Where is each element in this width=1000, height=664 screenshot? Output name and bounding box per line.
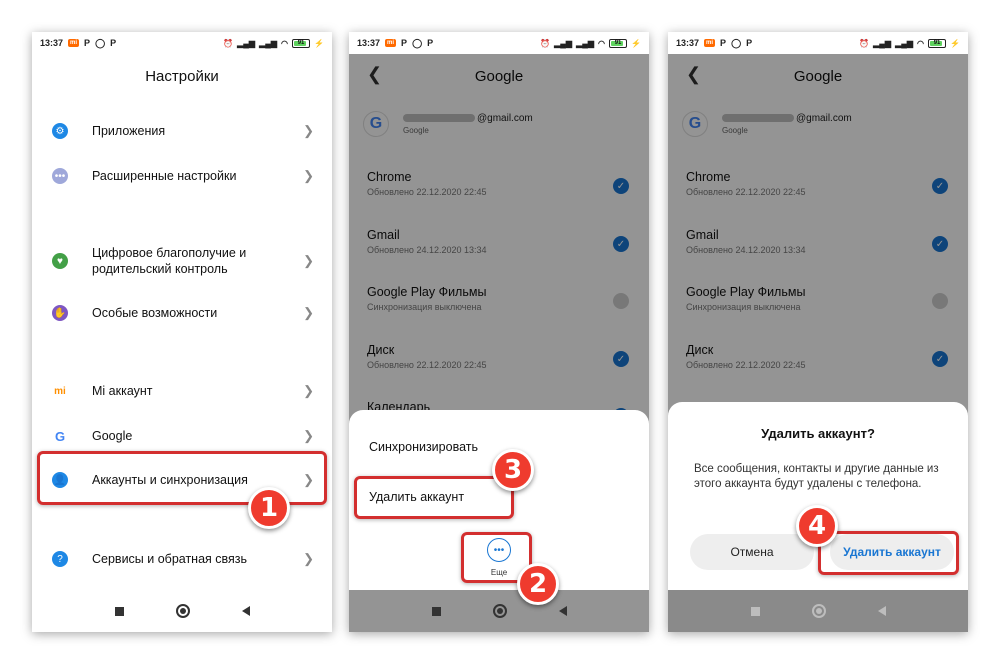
wifi-icon: ◠ (917, 38, 925, 48)
wifi-icon: ◠ (281, 38, 289, 48)
highlight-remove-account-item (354, 476, 514, 519)
step-badge-4: 4 (796, 505, 838, 547)
settings-item-label: Цифровое благополучие и родительский кон… (92, 246, 247, 276)
help-icon: ? (52, 551, 68, 567)
settings-item-advanced[interactable]: ••• Расширенные настройки ❯ (32, 167, 332, 185)
wifi-icon: ◠ (598, 38, 606, 48)
home-button[interactable] (492, 604, 507, 618)
p-notification-icon: P (110, 38, 117, 48)
status-bar: 13:37 mi P ◯ P ⏰ ▂▄▆ ▂▄▆ ◠ 91 ⚡ (32, 32, 332, 54)
mi-notification-icon: mi (704, 39, 716, 47)
settings-item-label: Приложения (92, 124, 166, 138)
step-badge-2: 2 (517, 563, 559, 605)
signal-icon: ▂▄▆ (873, 38, 892, 48)
wellbeing-icon: ♥ (52, 253, 68, 269)
alarm-icon: ⏰ (859, 38, 870, 48)
settings-item-mi-account[interactable]: mi Mi аккаунт ❯ (32, 382, 332, 400)
settings-item-label: Сервисы и обратная связь (92, 552, 248, 566)
page-title: Настройки (145, 68, 219, 85)
home-button[interactable] (811, 604, 826, 618)
back-button[interactable] (241, 606, 250, 616)
chevron-right-icon: ❯ (303, 428, 314, 443)
nav-bar (32, 590, 332, 632)
recents-button[interactable] (750, 606, 760, 616)
status-bar: 13:37 mi P ◯ P ⏰ ▂▄▆ ▂▄▆ ◠ 91 ⚡ (668, 32, 968, 54)
settings-item-wellbeing[interactable]: ♥ Цифровое благополучие и родительский к… (32, 244, 332, 278)
status-time: 13:37 (357, 38, 381, 48)
google-icon: G (52, 428, 68, 444)
signal-icon: ▂▄▆ (237, 38, 256, 48)
settings-item-label: Mi аккаунт (92, 384, 153, 398)
chevron-right-icon: ❯ (303, 168, 314, 183)
settings-item-google[interactable]: G Google ❯ (32, 427, 332, 445)
charging-icon: ⚡ (314, 38, 324, 48)
charging-icon: ⚡ (950, 38, 960, 48)
alarm-icon: ⏰ (223, 38, 234, 48)
battery-icon: 91 (928, 38, 947, 48)
circle-notification-icon: ◯ (412, 37, 423, 48)
p-notification-icon: P (84, 38, 91, 48)
mi-notification-icon: mi (68, 39, 80, 47)
chevron-right-icon: ❯ (303, 383, 314, 398)
settings-item-label: Google (92, 429, 133, 443)
p-notification-icon: P (401, 38, 408, 48)
signal-icon: ▂▄▆ (554, 38, 573, 48)
highlight-confirm-remove (818, 531, 959, 575)
gear-icon: ⚙ (52, 123, 68, 139)
p-notification-icon: P (720, 38, 727, 48)
step-badge-1: 1 (248, 487, 290, 529)
home-button[interactable] (175, 604, 190, 618)
status-bar: 13:37 mi P ◯ P ⏰ ▂▄▆ ▂▄▆ ◠ 91 ⚡ (349, 32, 649, 54)
settings-item-accessibility[interactable]: ✋ Особые возможности ❯ (32, 304, 332, 322)
dots-icon: ••• (52, 168, 68, 184)
nav-bar (349, 590, 649, 632)
dialog-title: Удалить аккаунт? (761, 426, 875, 441)
accessibility-icon: ✋ (52, 305, 68, 321)
status-time: 13:37 (676, 38, 700, 48)
nav-bar (668, 590, 968, 632)
battery-icon: 91 (292, 38, 311, 48)
battery-icon: 91 (609, 38, 628, 48)
charging-icon: ⚡ (631, 38, 641, 48)
status-time: 13:37 (40, 38, 64, 48)
settings-item-apps[interactable]: ⚙ Приложения ❯ (32, 122, 332, 140)
circle-notification-icon: ◯ (731, 37, 742, 48)
chevron-right-icon: ❯ (303, 253, 314, 268)
dialog-message: Все сообщения, контакты и другие данные … (694, 463, 939, 490)
cancel-button[interactable]: Отмена (690, 534, 814, 570)
settings-item-label: Особые возможности (92, 306, 218, 320)
mi-icon: mi (52, 383, 68, 399)
sync-now-menu-item[interactable]: Синхронизировать (369, 440, 478, 454)
back-button[interactable] (558, 606, 567, 616)
alarm-icon: ⏰ (540, 38, 551, 48)
chevron-right-icon: ❯ (303, 551, 314, 566)
back-button[interactable] (877, 606, 886, 616)
p-notification-icon: P (427, 38, 434, 48)
p-notification-icon: P (746, 38, 753, 48)
signal-icon: ▂▄▆ (259, 38, 278, 48)
recents-button[interactable] (431, 606, 441, 616)
settings-screen: 13:37 mi P ◯ P ⏰ ▂▄▆ ▂▄▆ ◠ 91 ⚡ Настройк… (32, 32, 332, 632)
step-badge-3: 3 (492, 449, 534, 491)
signal-icon: ▂▄▆ (576, 38, 595, 48)
chevron-right-icon: ❯ (303, 123, 314, 138)
settings-item-label: Расширенные настройки (92, 169, 237, 183)
signal-icon: ▂▄▆ (895, 38, 914, 48)
chevron-right-icon: ❯ (303, 305, 314, 320)
circle-notification-icon: ◯ (95, 37, 106, 48)
recents-button[interactable] (114, 606, 124, 616)
mi-notification-icon: mi (385, 39, 397, 47)
settings-item-services[interactable]: ? Сервисы и обратная связь ❯ (32, 550, 332, 568)
